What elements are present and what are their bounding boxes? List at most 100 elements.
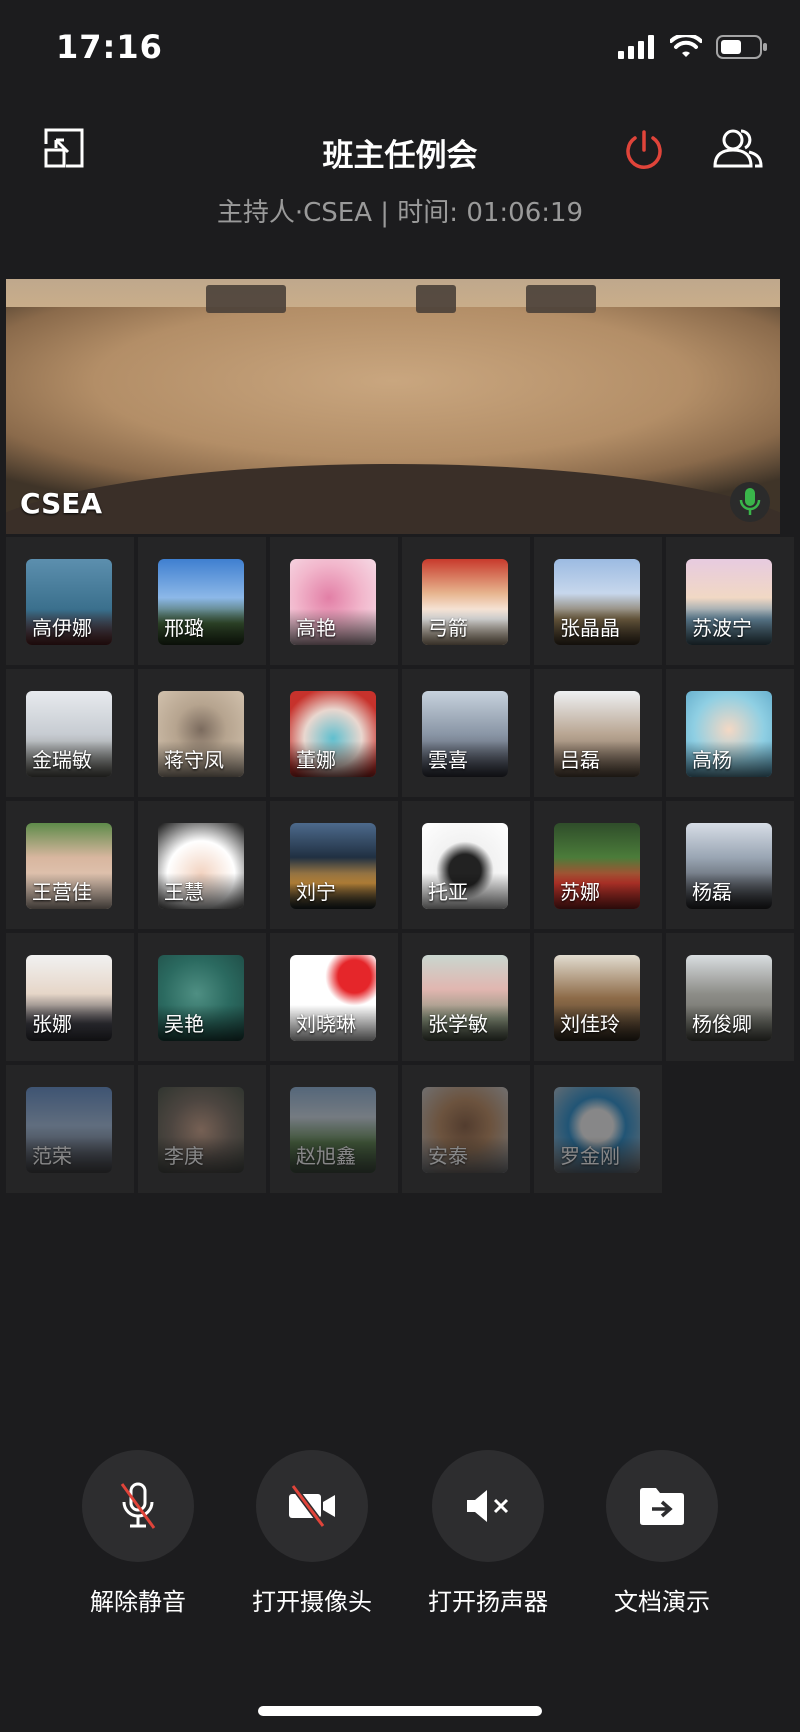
participant-avatar: 安泰 xyxy=(422,1087,508,1173)
participant-cell[interactable]: 高艳 xyxy=(270,537,398,665)
document-share-button[interactable] xyxy=(606,1450,718,1562)
camera-button[interactable] xyxy=(256,1450,368,1562)
camera-label: 打开摄像头 xyxy=(252,1588,372,1616)
participant-cell[interactable]: 罗金刚 xyxy=(534,1065,662,1193)
participant-avatar: 邢璐 xyxy=(158,559,244,645)
participant-name: 赵旭鑫 xyxy=(296,1144,356,1168)
participant-cell[interactable]: 李庚 xyxy=(138,1065,266,1193)
participant-cell[interactable]: 董娜 xyxy=(270,669,398,797)
participant-name: 雲喜 xyxy=(428,748,468,772)
participant-avatar: 刘宁 xyxy=(290,823,376,909)
participant-name: 张学敏 xyxy=(428,1012,488,1036)
participant-name: 张娜 xyxy=(32,1012,72,1036)
participant-avatar: 雲喜 xyxy=(422,691,508,777)
participant-name: 蒋守凤 xyxy=(164,748,224,772)
participant-avatar: 托亚 xyxy=(422,823,508,909)
participant-cell[interactable]: 邢璐 xyxy=(138,537,266,665)
speaker-control[interactable]: 打开扬声器 xyxy=(398,1450,578,1617)
document-share-control[interactable]: 文档演示 xyxy=(572,1450,752,1617)
participant-cell[interactable]: 金瑞敏 xyxy=(6,669,134,797)
participant-avatar: 金瑞敏 xyxy=(26,691,112,777)
empty-cell xyxy=(666,1065,794,1193)
participant-cell[interactable]: 托亚 xyxy=(402,801,530,929)
unmute-label: 解除静音 xyxy=(90,1588,186,1616)
participant-avatar: 弓箭 xyxy=(422,559,508,645)
participants-icon xyxy=(713,129,763,168)
participant-avatar: 吴艳 xyxy=(158,955,244,1041)
unmute-button[interactable] xyxy=(82,1450,194,1562)
participant-cell[interactable]: 刘晓琳 xyxy=(270,933,398,1061)
battery-icon xyxy=(716,35,767,59)
participant-avatar: 杨磊 xyxy=(686,823,772,909)
participant-avatar: 苏娜 xyxy=(554,823,640,909)
participant-name: 罗金刚 xyxy=(560,1144,620,1168)
participant-name: 高艳 xyxy=(296,616,336,640)
participant-avatar: 张晶晶 xyxy=(554,559,640,645)
participant-name: 董娜 xyxy=(296,748,336,772)
participant-cell[interactable]: 安泰 xyxy=(402,1065,530,1193)
participant-avatar: 蒋守凤 xyxy=(158,691,244,777)
participant-cell[interactable]: 张娜 xyxy=(6,933,134,1061)
participant-avatar: 刘佳玲 xyxy=(554,955,640,1041)
participant-cell[interactable]: 刘宁 xyxy=(270,801,398,929)
participant-cell[interactable]: 吴艳 xyxy=(138,933,266,1061)
participant-cell[interactable]: 张晶晶 xyxy=(534,537,662,665)
participant-avatar: 吕磊 xyxy=(554,691,640,777)
mic-active-icon xyxy=(739,488,761,515)
participant-name: 吴艳 xyxy=(164,1012,204,1036)
participant-name: 邢璐 xyxy=(164,616,204,640)
home-indicator[interactable] xyxy=(258,1706,542,1716)
participant-cell[interactable]: 赵旭鑫 xyxy=(270,1065,398,1193)
participant-cell[interactable]: 高杨 xyxy=(666,669,794,797)
mic-muted-icon xyxy=(120,1482,156,1529)
participant-cell[interactable]: 王营佳 xyxy=(6,801,134,929)
camera-control[interactable]: 打开摄像头 xyxy=(222,1450,402,1617)
participant-name: 弓箭 xyxy=(428,616,468,640)
participant-name: 吕磊 xyxy=(560,748,600,772)
participant-cell[interactable]: 苏波宁 xyxy=(666,537,794,665)
status-time: 17:16 xyxy=(56,28,163,66)
participant-name: 王慧 xyxy=(164,880,204,904)
main-speaker-video[interactable]: CSEA xyxy=(6,279,780,534)
meeting-subtitle: 主持人·CSEA | 时间: 01:06:19 xyxy=(216,198,584,228)
participant-cell[interactable]: 王慧 xyxy=(138,801,266,929)
participant-cell[interactable]: 刘佳玲 xyxy=(534,933,662,1061)
camera-off-icon xyxy=(289,1484,335,1528)
participant-cell[interactable]: 杨磊 xyxy=(666,801,794,929)
participant-cell[interactable]: 张学敏 xyxy=(402,933,530,1061)
participant-avatar: 张娜 xyxy=(26,955,112,1041)
participant-cell[interactable]: 高伊娜 xyxy=(6,537,134,665)
participant-cell[interactable]: 杨俊卿 xyxy=(666,933,794,1061)
participant-cell[interactable]: 苏娜 xyxy=(534,801,662,929)
participant-name: 李庚 xyxy=(164,1144,204,1168)
end-meeting-button[interactable] xyxy=(620,126,668,174)
participant-cell[interactable]: 吕磊 xyxy=(534,669,662,797)
participants-button[interactable] xyxy=(710,124,766,172)
participant-cell[interactable]: 范荣 xyxy=(6,1065,134,1193)
speaker-name: CSEA xyxy=(20,487,103,520)
participant-name: 张晶晶 xyxy=(560,616,620,640)
participant-name: 刘晓琳 xyxy=(296,1012,356,1036)
wifi-icon xyxy=(670,35,702,57)
participant-avatar: 范荣 xyxy=(26,1087,112,1173)
participant-name: 高伊娜 xyxy=(32,616,92,640)
status-icons xyxy=(618,34,768,60)
meeting-header: 班主任例会 主持人·CSEA | 时间: 01:06:19 xyxy=(0,110,800,230)
folder-share-icon xyxy=(640,1488,684,1525)
speaker-button[interactable] xyxy=(432,1450,544,1562)
video-table-edge xyxy=(6,464,780,534)
participant-name: 托亚 xyxy=(428,880,468,904)
participant-cell[interactable]: 雲喜 xyxy=(402,669,530,797)
participant-avatar: 李庚 xyxy=(158,1087,244,1173)
document-share-label: 文档演示 xyxy=(614,1588,710,1616)
meeting-controls: 解除静音 打开摄像头 打开扬声器 文档演示 xyxy=(0,1450,800,1620)
participant-name: 金瑞敏 xyxy=(32,748,92,772)
participant-name: 刘宁 xyxy=(296,880,336,904)
video-object xyxy=(526,285,596,313)
participant-cell[interactable]: 蒋守凤 xyxy=(138,669,266,797)
participant-avatar: 杨俊卿 xyxy=(686,955,772,1041)
speaker-label: 打开扬声器 xyxy=(428,1588,548,1616)
participant-cell[interactable]: 弓箭 xyxy=(402,537,530,665)
unmute-control[interactable]: 解除静音 xyxy=(48,1450,228,1617)
participant-name: 杨磊 xyxy=(692,880,732,904)
